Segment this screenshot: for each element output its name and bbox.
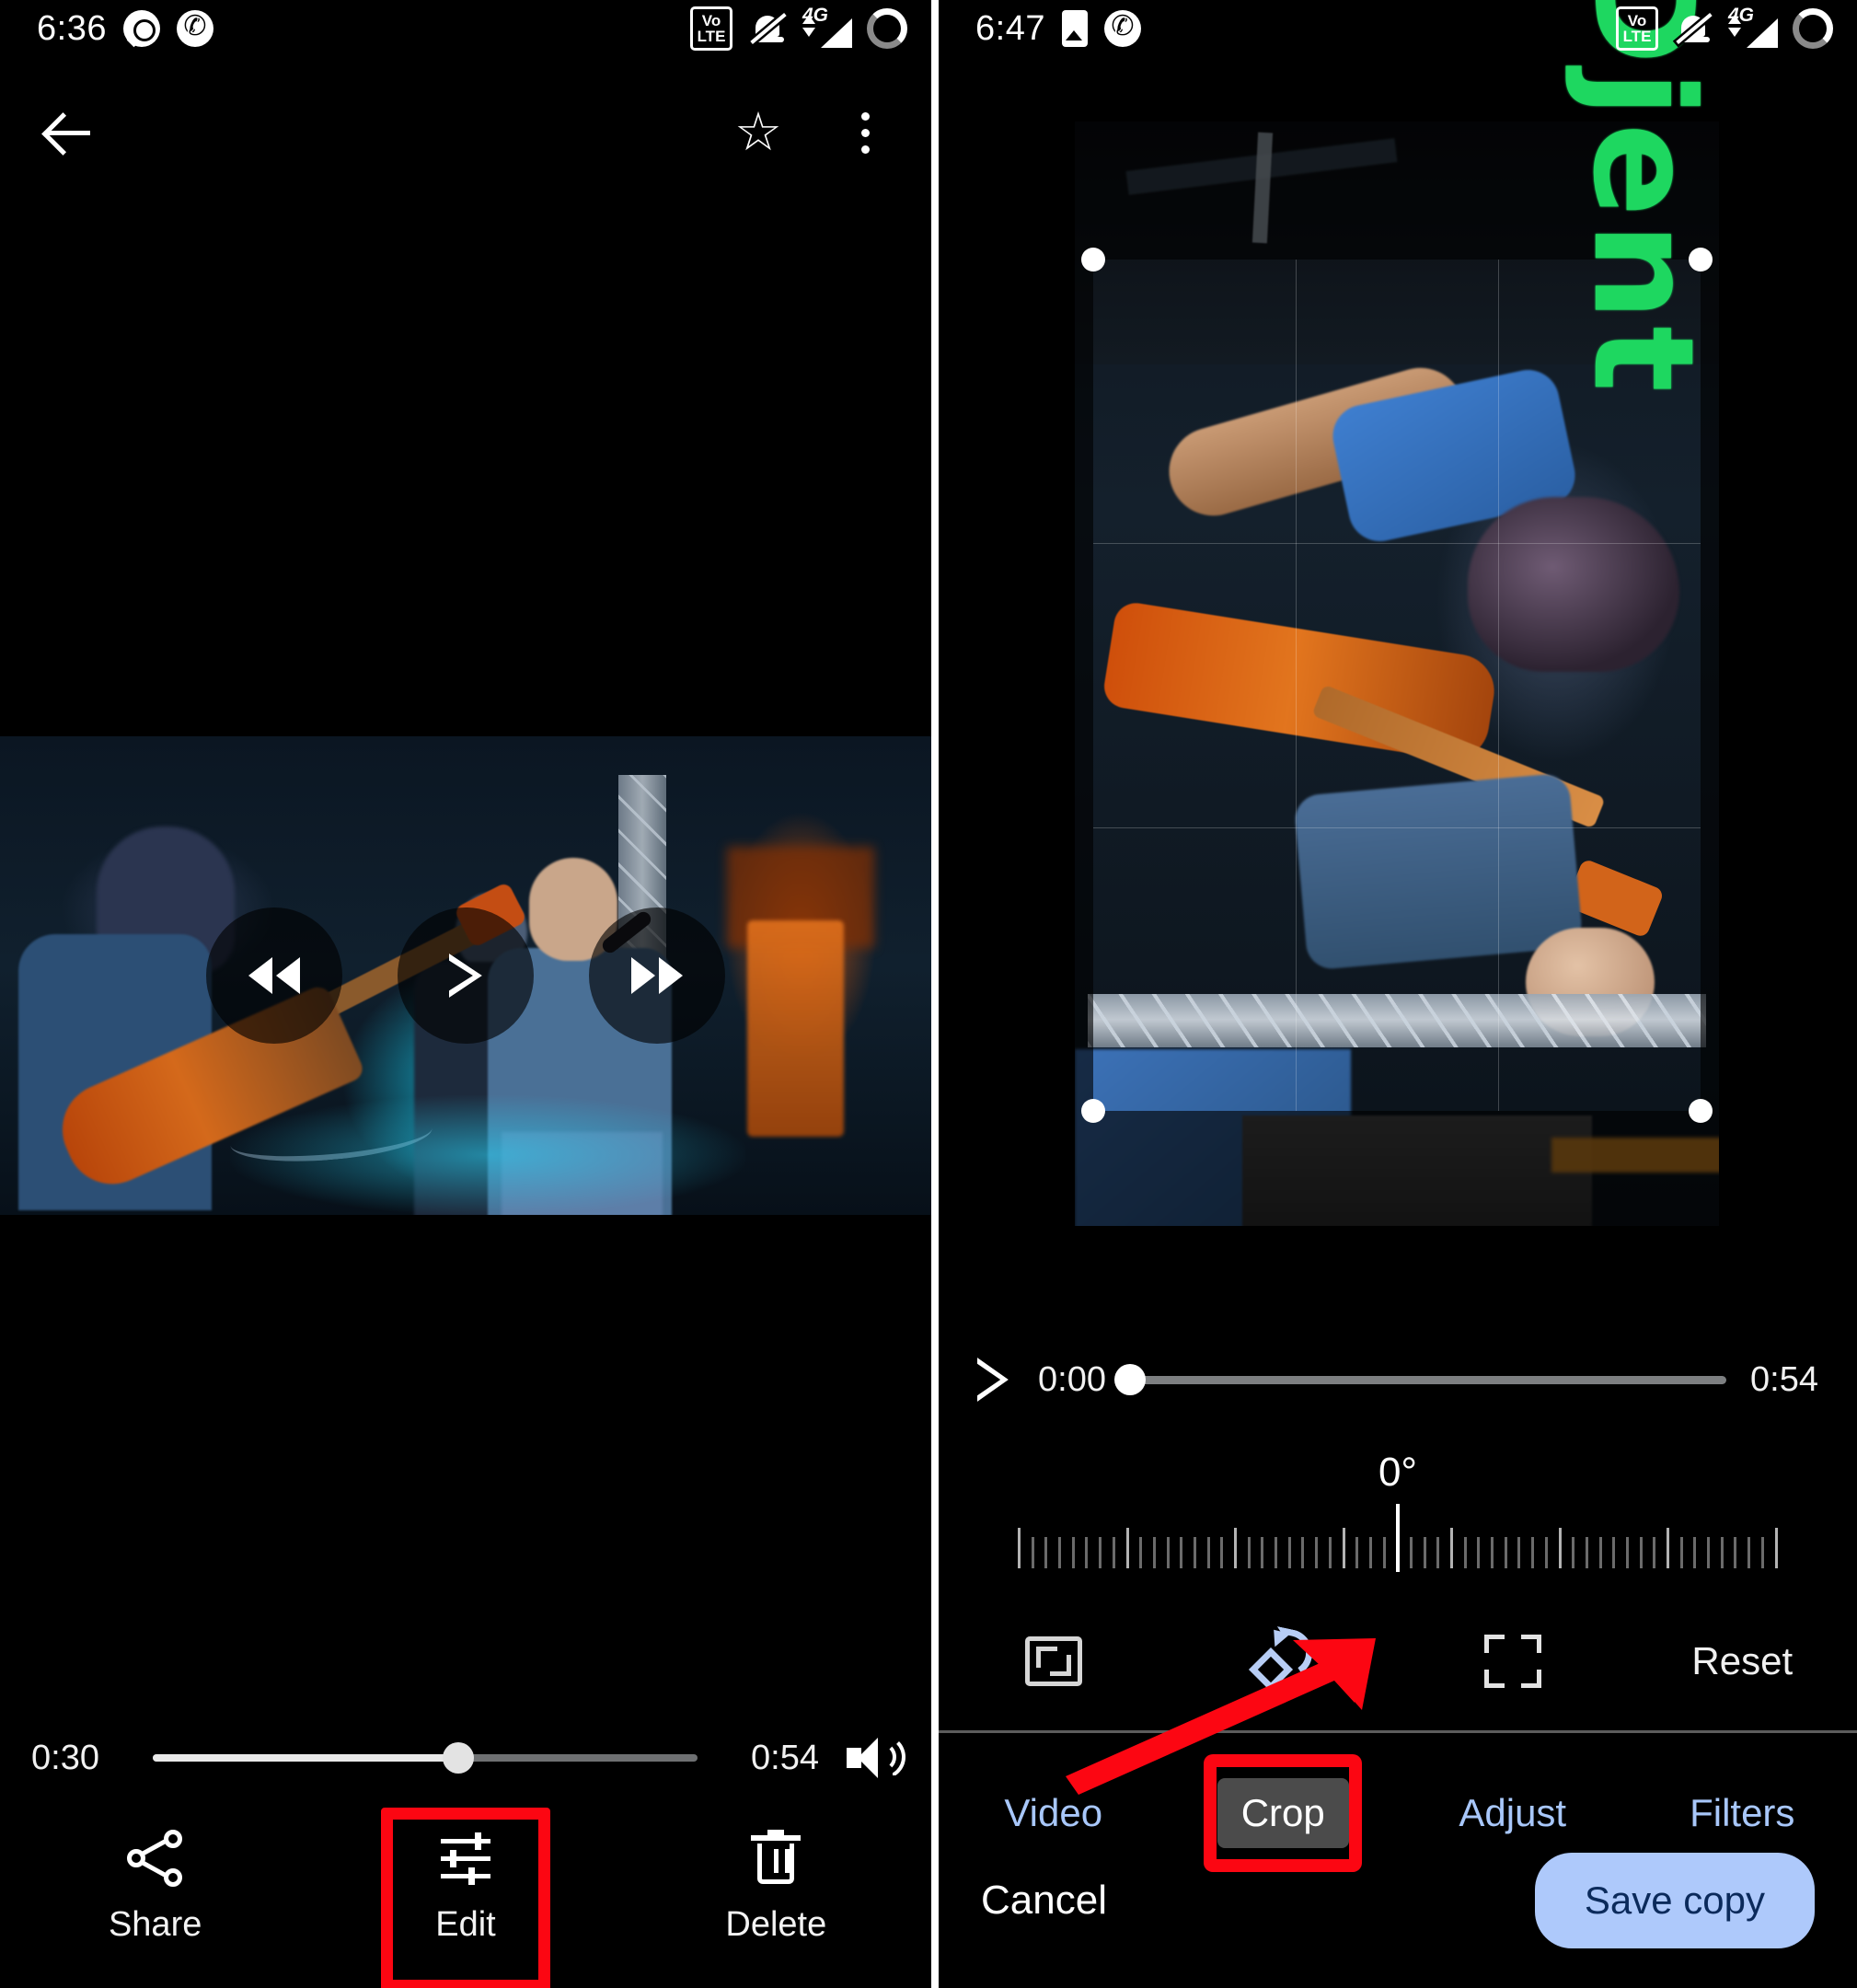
rotation-value-label: 0° [1378, 1450, 1418, 1495]
screenshot-root: 6:36 Vo LTE 4G [0, 0, 1857, 1988]
left-status-bar: 6:36 Vo LTE 4G [0, 0, 931, 57]
phone-icon [1103, 6, 1141, 47]
favorite-star-icon[interactable]: ☆ [729, 103, 788, 162]
edit-label: Edit [435, 1904, 496, 1944]
share-icon [126, 1829, 184, 1887]
top-toolbar-right: ☆ [729, 103, 894, 162]
status-clock: 6:47 [975, 8, 1045, 48]
panel-divider [931, 0, 939, 1988]
delete-label: Delete [725, 1904, 827, 1944]
reset-button[interactable]: Reset [1628, 1639, 1857, 1683]
rewind-icon [248, 957, 300, 994]
volte-bottom-label: LTE [1622, 28, 1652, 45]
trash-icon [747, 1829, 804, 1887]
crop-handle-bottom-right[interactable] [1689, 1099, 1713, 1123]
crop-handle-bottom-left[interactable] [1081, 1099, 1105, 1123]
tab-filters[interactable]: Filters [1628, 1778, 1857, 1848]
back-button[interactable] [40, 103, 99, 162]
volte-icon: Vo LTE [1616, 6, 1658, 51]
share-button[interactable]: Share [0, 1813, 310, 1961]
notifications-muted-icon [1673, 8, 1713, 49]
tab-adjust-label: Adjust [1459, 1791, 1567, 1834]
status-left-group: 6:36 [37, 6, 213, 49]
volte-icon: Vo LTE [690, 6, 732, 51]
delete-button[interactable]: Delete [621, 1813, 931, 1961]
markup-text-djent: #Djent [1563, 0, 1723, 398]
phone-icon [176, 6, 213, 47]
edit-button[interactable]: Edit [310, 1807, 620, 1988]
left-top-toolbar: ☆ [0, 88, 931, 177]
tab-filters-label: Filters [1690, 1791, 1795, 1834]
crop-preview-stage[interactable]: #Djent [1075, 0, 1723, 1226]
volume-on-icon[interactable] [845, 1733, 905, 1783]
video-seek-bar[interactable] [153, 1742, 698, 1774]
crop-playback-row: 0:00 0:54 [939, 1339, 1857, 1420]
play-icon [449, 954, 482, 998]
tune-icon [437, 1830, 494, 1887]
seek-thumb[interactable] [442, 1742, 474, 1774]
signal-4g-icon: 4G [802, 5, 852, 50]
total-time-label: 0:54 [751, 1738, 819, 1777]
volte-bottom-label: LTE [697, 28, 726, 45]
share-label: Share [108, 1904, 202, 1944]
red-annotation-arrow [1066, 1638, 1376, 1795]
fast-forward-icon [631, 957, 683, 994]
fast-forward-button[interactable] [589, 907, 725, 1044]
more-options-icon[interactable] [836, 103, 894, 162]
left-action-bar: Share Edit Delete [0, 1804, 931, 1988]
playback-controls-overlay [0, 736, 931, 1215]
video-seek-bar[interactable] [1113, 1364, 1727, 1395]
volte-top-label: Vo [701, 11, 721, 29]
cancel-button[interactable]: Cancel [981, 1878, 1107, 1924]
notifications-muted-icon [747, 8, 788, 49]
current-time-label: 0:30 [31, 1738, 99, 1777]
seek-thumb[interactable] [1113, 1364, 1146, 1395]
rotation-dial[interactable]: 0° [939, 1450, 1857, 1574]
volte-top-label: Vo [1627, 11, 1647, 29]
play-button[interactable] [398, 907, 534, 1044]
status-right-group: Vo LTE 4G [1616, 5, 1833, 51]
right-status-bar: 6:47 Vo LTE 4G [939, 0, 1857, 57]
photo-icon [1061, 10, 1088, 47]
save-copy-button[interactable]: Save copy [1534, 1853, 1815, 1948]
status-right-group: Vo LTE 4G [690, 5, 907, 51]
reset-label: Reset [1691, 1639, 1794, 1682]
left-panel-video-viewer: 6:36 Vo LTE 4G [0, 0, 931, 1988]
play-icon[interactable] [977, 1358, 1009, 1402]
status-clock: 6:36 [37, 8, 107, 48]
editor-footer: Cancel Save copy [939, 1841, 1857, 1988]
crop-frame-icon [1483, 1635, 1541, 1688]
rewind-button[interactable] [206, 907, 342, 1044]
current-time-label: 0:00 [1038, 1359, 1106, 1399]
crop-handle-top-left[interactable] [1081, 248, 1105, 272]
rotation-center-marker [1396, 1504, 1400, 1572]
whatsapp-icon [122, 10, 160, 47]
total-time-label: 0:54 [1750, 1359, 1818, 1399]
signal-4g-icon: 4G [1728, 5, 1778, 50]
status-left-group: 6:47 [975, 6, 1141, 49]
battery-icon [1793, 8, 1833, 49]
video-seek-row: 0:30 0:54 [0, 1721, 931, 1795]
battery-icon [867, 8, 907, 49]
